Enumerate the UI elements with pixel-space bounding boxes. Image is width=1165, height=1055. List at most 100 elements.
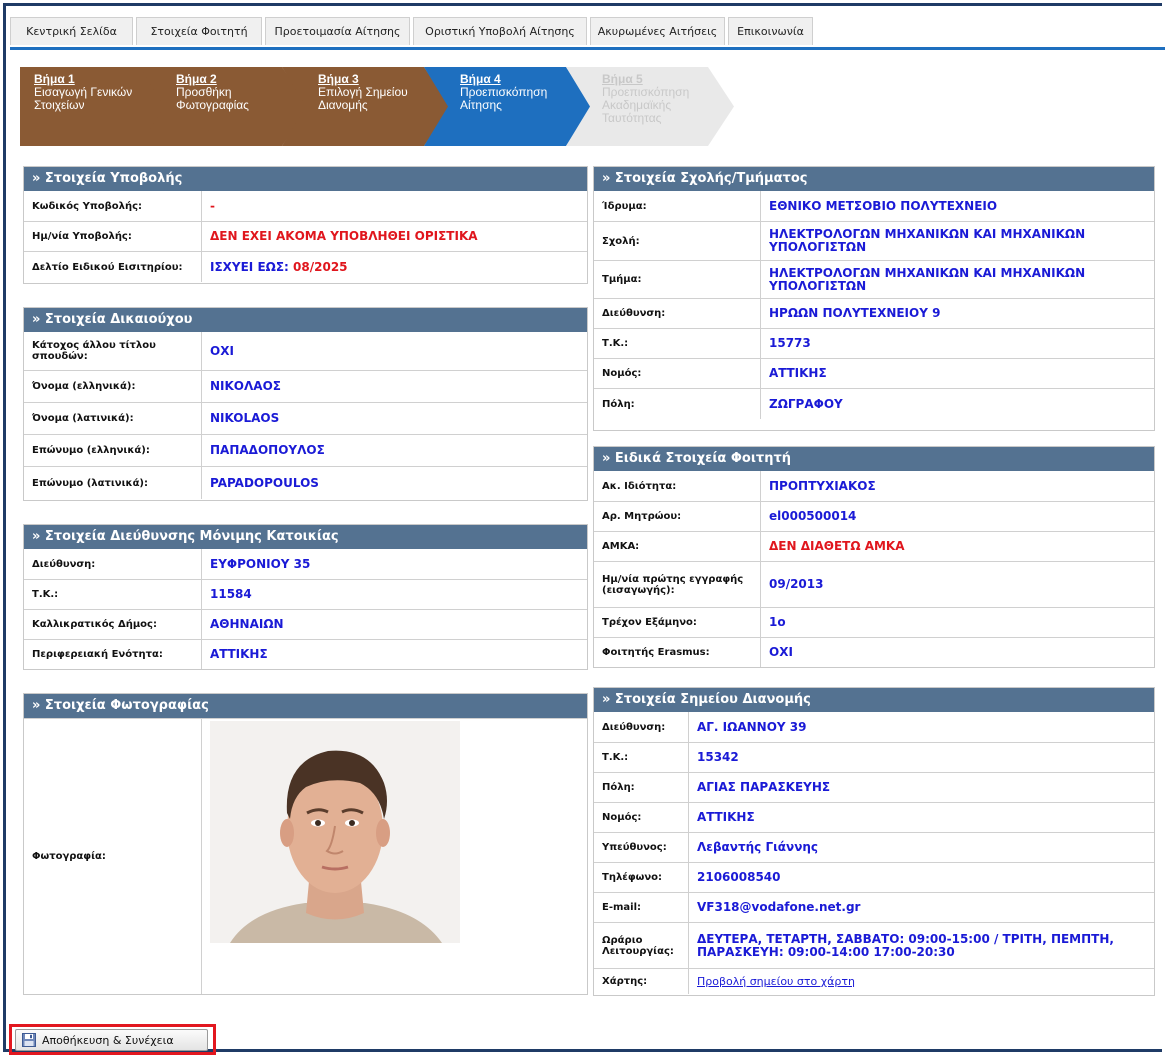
- step-3[interactable]: Βήμα 3 Επιλογή Σημείου Διανομής: [282, 67, 450, 146]
- info-value: ΗΡΩΩΝ ΠΟΛΥΤΕΧΝΕΙΟΥ 9: [769, 306, 941, 320]
- info-row: Υπεύθυνος: Λεβαντής Γιάννης: [594, 832, 1154, 862]
- info-row: Ωράριο Λειτουργίας: ΔΕΥΤΕΡΑ, ΤΕΤΑΡΤΗ, ΣΑ…: [594, 922, 1154, 968]
- info-label: ΑΜΚΑ:: [594, 532, 761, 561]
- info-value: ΑΤΤΙΚΗΣ: [697, 810, 755, 824]
- ticket-date: 08/2025: [293, 259, 348, 274]
- info-label: E-mail:: [594, 893, 689, 922]
- info-row: Αρ. Μητρώου: el000500014: [594, 501, 1154, 531]
- submission-code-label: Κωδικός Υποβολής:: [24, 191, 202, 221]
- info-row: E-mail: VF318@vodafone.net.gr: [594, 892, 1154, 922]
- info-label: Ίδρυμα:: [594, 191, 761, 221]
- beneficiary-panel-title: » Στοιχεία Δικαιούχου: [24, 308, 587, 332]
- info-value: Λεβαντής Γιάννης: [697, 840, 819, 854]
- photo-label: Φωτογραφία:: [24, 719, 202, 994]
- floppy-disk-icon: [22, 1033, 36, 1047]
- ticket-label: Δελτίο Ειδικού Εισιτηρίου:: [24, 252, 202, 282]
- info-label: Όνομα (λατινικά):: [24, 403, 202, 434]
- step-2[interactable]: Βήμα 2 Προσθήκη Φωτογραφίας: [140, 67, 308, 146]
- info-value: ΑΤΤΙΚΗΣ: [769, 366, 827, 380]
- info-value: ΑΤΤΙΚΗΣ: [210, 647, 268, 661]
- info-row: Νομός: ΑΤΤΙΚΗΣ: [594, 802, 1154, 832]
- info-row: Φοιτητής Erasmus: ΟΧΙ: [594, 637, 1154, 667]
- info-row: Χάρτης: Προβολή σημείου στο χάρτη: [594, 968, 1154, 994]
- student-photo: [210, 721, 460, 943]
- info-value: ΠΡΟΠΤΥΧΙΑΚΟΣ: [769, 478, 876, 493]
- ticket-row: Δελτίο Ειδικού Εισιτηρίου: ΙΣΧΥΕΙ ΕΩΣ: 0…: [24, 251, 587, 282]
- tab-cancelled-applications[interactable]: Ακυρωμένες Αιτήσεις: [590, 17, 725, 45]
- tab-student-info[interactable]: Στοιχεία Φοιτητή: [136, 17, 262, 45]
- step-4[interactable]: Βήμα 4 Προεπισκόπηση Αίτησης: [424, 67, 592, 146]
- photo-panel-title: » Στοιχεία Φωτογραφίας: [24, 694, 587, 718]
- photo-row: Φωτογραφία:: [24, 718, 587, 994]
- info-value: 2106008540: [697, 870, 781, 884]
- map-cell: Προβολή σημείου στο χάρτη: [689, 969, 1154, 994]
- info-label: Τμήμα:: [594, 261, 761, 298]
- info-row: Διεύθυνση: ΕΥΦΡΟΝΙΟΥ 35: [24, 549, 587, 579]
- info-label: Αρ. Μητρώου:: [594, 502, 761, 531]
- info-row: Ίδρυμα: ΕΘΝΙΚΟ ΜΕΤΣΟΒΙΟ ΠΟΛΥΤΕΧΝΕΙΟ: [594, 191, 1154, 221]
- info-row: Τμήμα: ΗΛΕΚΤΡΟΛΟΓΩΝ ΜΗΧΑΝΙΚΩΝ ΚΑΙ ΜΗΧΑΝΙ…: [594, 260, 1154, 298]
- delivery-panel-title: » Στοιχεία Σημείου Διανομής: [594, 688, 1154, 712]
- info-value: ΗΛΕΚΤΡΟΛΟΓΩΝ ΜΗΧΑΝΙΚΩΝ ΚΑΙ ΜΗΧΑΝΙΚΩΝ ΥΠΟ…: [769, 227, 1086, 254]
- info-label: Νομός:: [594, 803, 689, 832]
- beneficiary-panel: » Στοιχεία Δικαιούχου Κάτοχος άλλου τίτλ…: [23, 307, 588, 501]
- save-continue-label: Αποθήκευση & Συνέχεια: [42, 1033, 174, 1047]
- info-value: ΖΩΓΡΑΦΟΥ: [769, 396, 843, 411]
- tab-home[interactable]: Κεντρική Σελίδα: [10, 17, 133, 45]
- info-label: Περιφερειακή Ενότητα:: [24, 640, 202, 669]
- info-value: el000500014: [769, 509, 857, 523]
- info-row: ΑΜΚΑ: ΔΕΝ ΔΙΑΘΕΤΩ ΑΜΚΑ: [594, 531, 1154, 561]
- ticket-value: ΙΣΧΥΕΙ ΕΩΣ: 08/2025: [202, 252, 587, 282]
- tab-contact[interactable]: Επικοινωνία: [728, 17, 813, 45]
- info-label: Τ.Κ.:: [24, 580, 202, 609]
- info-value: ΠΑΠΑΔΟΠΟΥΛΟΣ: [210, 443, 325, 457]
- info-row: Τρέχον Εξάμηνο: 1ο: [594, 607, 1154, 637]
- main-nav: Κεντρική Σελίδα Στοιχεία Φοιτητή Προετοι…: [10, 17, 1165, 50]
- info-label: Διεύθυνση:: [594, 712, 689, 742]
- submission-date-value: ΔΕΝ ΕΧΕΙ ΑΚΟΜΑ ΥΠΟΒΛΗΘΕΙ ΟΡΙΣΤΙΚΑ: [210, 229, 478, 243]
- ticket-prefix: ΙΣΧΥΕΙ ΕΩΣ:: [210, 259, 289, 274]
- step-4-text: Προεπισκόπηση Αίτησης: [460, 85, 548, 112]
- info-row: Επώνυμο (λατινικά): PAPADOPOULOS: [24, 466, 587, 499]
- info-value: ΔΕΝ ΔΙΑΘΕΤΩ ΑΜΚΑ: [769, 539, 905, 553]
- info-row: Πόλη: ΖΩΓΡΑΦΟΥ: [594, 388, 1154, 419]
- step-1-text: Εισαγωγή Γενικών Στοιχείων: [34, 85, 133, 112]
- info-label: Ακ. Ιδιότητα:: [594, 471, 761, 501]
- submission-code-value: -: [210, 198, 215, 213]
- info-label: Ωράριο Λειτουργίας:: [594, 923, 689, 968]
- info-label: Σχολή:: [594, 222, 761, 260]
- info-value: 11584: [210, 587, 252, 601]
- info-label: Κάτοχος άλλου τίτλου σπουδών:: [24, 332, 202, 370]
- info-label: Υπεύθυνος:: [594, 833, 689, 862]
- map-link[interactable]: Προβολή σημείου στο χάρτη: [697, 975, 855, 988]
- info-label: Πόλη:: [594, 773, 689, 802]
- info-value: ΝΙΚΟΛΑΟΣ: [210, 379, 281, 393]
- residence-panel-title: » Στοιχεία Διεύθυνσης Μόνιμης Κατοικίας: [24, 525, 587, 549]
- tab-final-submission[interactable]: Οριστική Υποβολή Αίτησης: [413, 17, 587, 45]
- info-row: Ημ/νία πρώτης εγγραφής (εισαγωγής): 09/2…: [594, 561, 1154, 607]
- info-label: Επώνυμο (λατινικά):: [24, 467, 202, 499]
- info-label: Τηλέφωνο:: [594, 863, 689, 892]
- residence-panel: » Στοιχεία Διεύθυνσης Μόνιμης Κατοικίας …: [23, 524, 588, 670]
- info-value: ΟΧΙ: [210, 343, 234, 358]
- delivery-panel: » Στοιχεία Σημείου Διανομής Διεύθυνση: Α…: [593, 687, 1155, 996]
- info-row: Τηλέφωνο: 2106008540: [594, 862, 1154, 892]
- info-value: PAPADOPOULOS: [210, 475, 319, 490]
- wizard-steps: Βήμα 1 Εισαγωγή Γενικών Στοιχείων Βήμα 2…: [20, 67, 740, 146]
- info-value: ΟΧΙ: [769, 645, 793, 659]
- info-label: Φοιτητής Erasmus:: [594, 638, 761, 667]
- student-panel: » Ειδικά Στοιχεία Φοιτητή Ακ. Ιδιότητα: …: [593, 446, 1155, 668]
- tab-application-prep[interactable]: Προετοιμασία Αίτησης: [265, 17, 410, 45]
- info-value: 09/2013: [769, 577, 824, 591]
- info-row: Πόλη: ΑΓΙΑΣ ΠΑΡΑΣΚΕΥΗΣ: [594, 772, 1154, 802]
- info-label: Τ.Κ.:: [594, 329, 761, 358]
- submission-date-label: Ημ/νία Υποβολής:: [24, 222, 202, 251]
- info-row: Σχολή: ΗΛΕΚΤΡΟΛΟΓΩΝ ΜΗΧΑΝΙΚΩΝ ΚΑΙ ΜΗΧΑΝΙ…: [594, 221, 1154, 260]
- step-2-text: Προσθήκη Φωτογραφίας: [176, 85, 249, 112]
- info-row: Καλλικρατικός Δήμος: ΑΘΗΝΑΙΩΝ: [24, 609, 587, 639]
- submission-date-row: Ημ/νία Υποβολής: ΔΕΝ ΕΧΕΙ ΑΚΟΜΑ ΥΠΟΒΛΗΘΕ…: [24, 221, 587, 251]
- info-value: 15342: [697, 750, 739, 764]
- save-continue-button[interactable]: Αποθήκευση & Συνέχεια: [15, 1029, 208, 1051]
- info-value: ΕΥΦΡΟΝΙΟΥ 35: [210, 556, 311, 571]
- info-label: Ημ/νία πρώτης εγγραφής (εισαγωγής):: [594, 562, 761, 607]
